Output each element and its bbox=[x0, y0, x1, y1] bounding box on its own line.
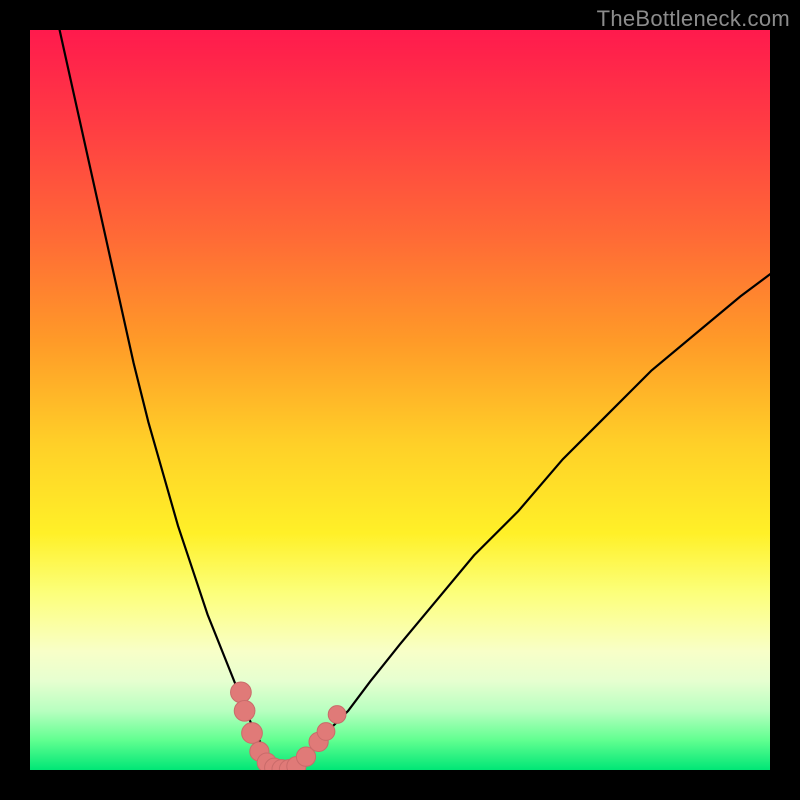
data-marker bbox=[242, 723, 263, 744]
plot-area bbox=[30, 30, 770, 770]
curve-left bbox=[60, 30, 286, 770]
data-marker bbox=[317, 723, 335, 741]
data-marker bbox=[231, 682, 252, 703]
curve-overlay bbox=[30, 30, 770, 770]
marker-group bbox=[231, 682, 346, 770]
data-marker bbox=[234, 700, 255, 721]
chart-frame: TheBottleneck.com bbox=[0, 0, 800, 800]
watermark-text: TheBottleneck.com bbox=[597, 6, 790, 32]
curve-right bbox=[285, 274, 770, 770]
data-marker bbox=[328, 706, 346, 724]
